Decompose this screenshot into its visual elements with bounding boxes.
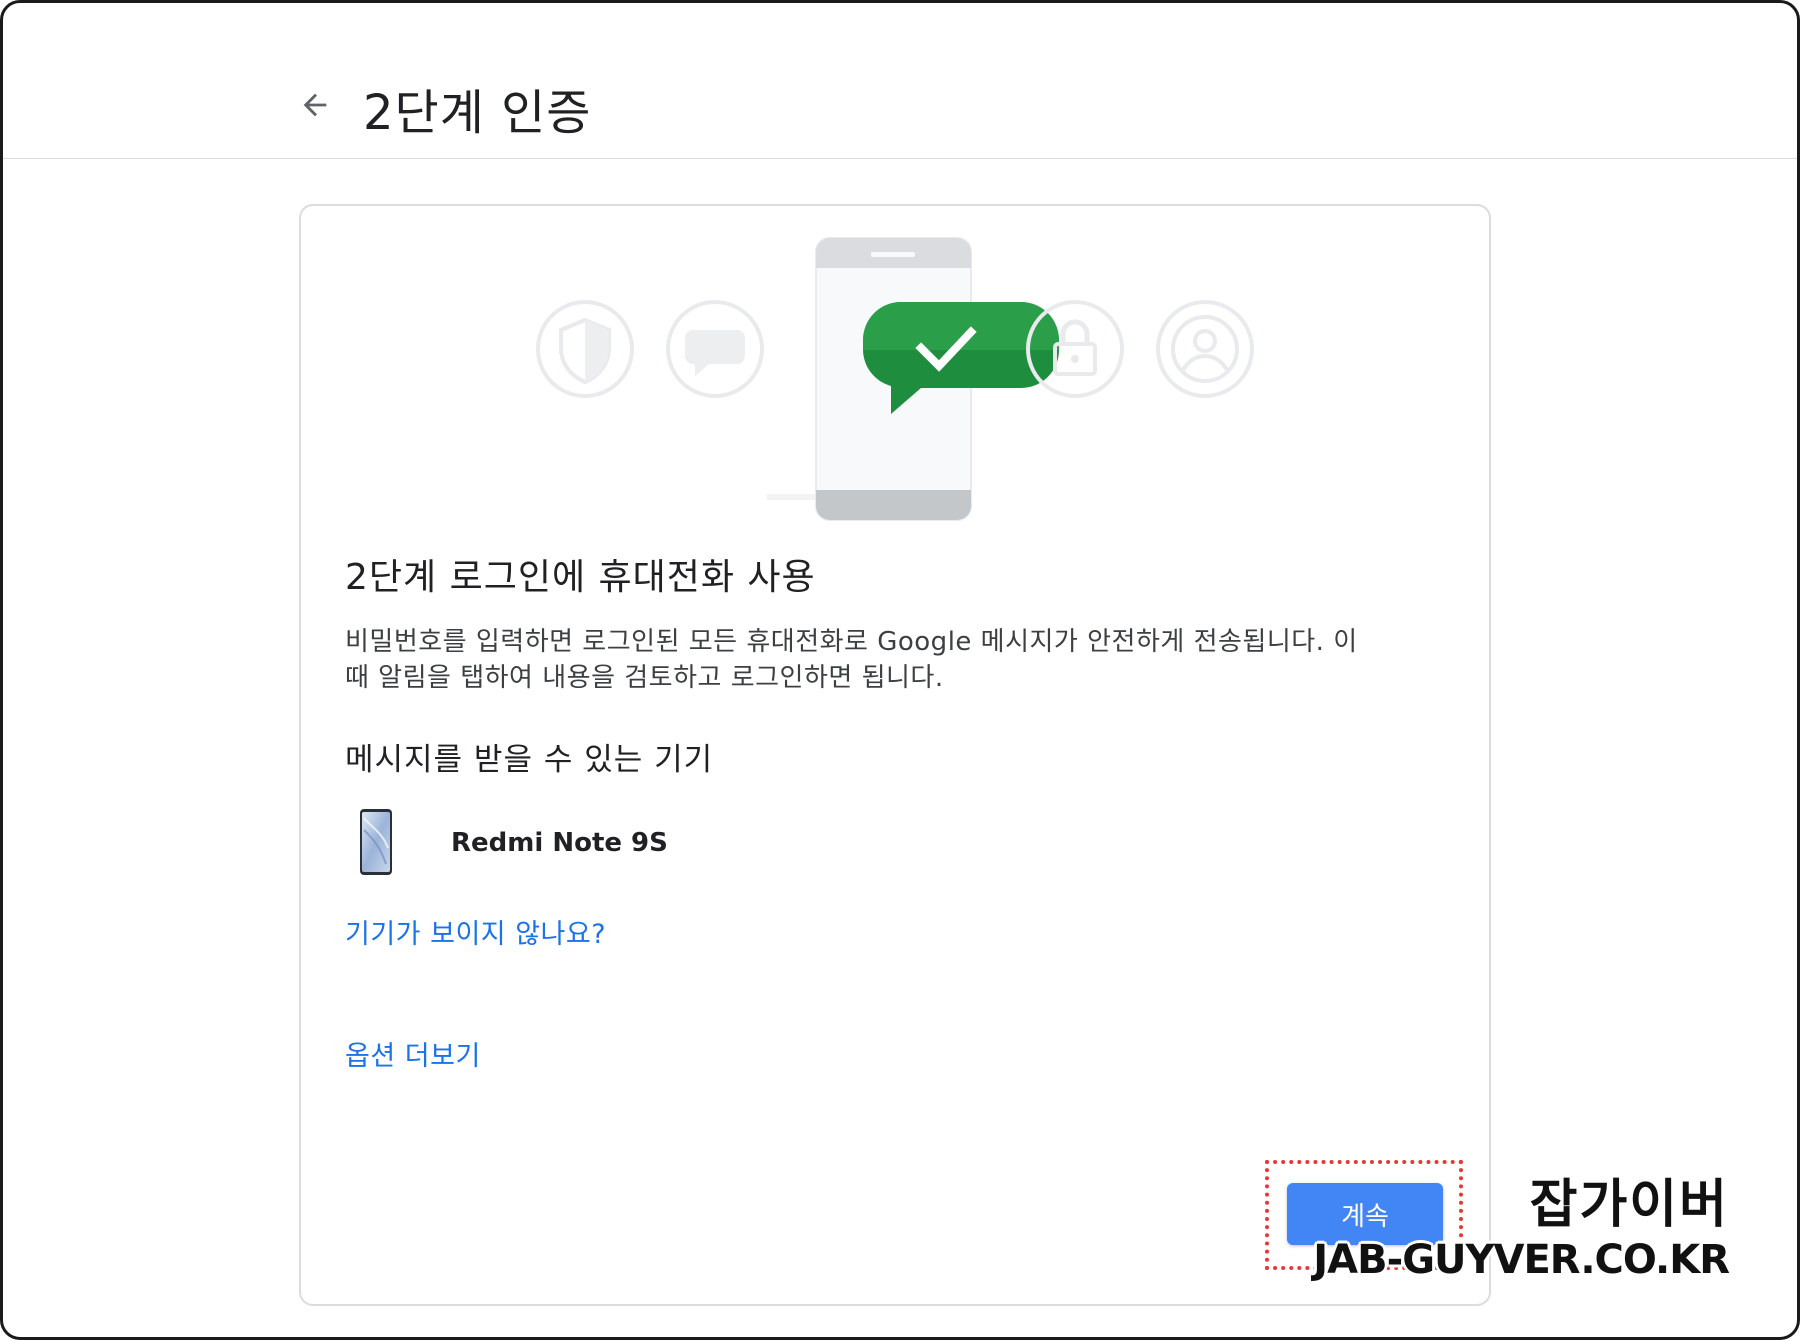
shield-icon bbox=[536, 300, 634, 398]
devices-heading: 메시지를 받을 수 있는 기기 bbox=[345, 742, 714, 778]
watermark-english: JAB-GUYVER.CO.KR bbox=[1313, 1237, 1730, 1283]
watermark-korean: 잡가이버 bbox=[1529, 1175, 1729, 1235]
device-not-shown-link[interactable]: 기기가 보이지 않나요? bbox=[345, 912, 606, 951]
window-frame: 2단계 인증 2단계 로그인에 휴대전화 사용 비밀번호를 입력하면 로그인된 … bbox=[0, 0, 1800, 1340]
arrow-back-icon bbox=[303, 93, 327, 117]
device-item: Redmi Note 9S bbox=[359, 808, 859, 878]
phone-verification-illustration bbox=[536, 237, 1254, 521]
description-line-2: 때 알림을 탭하여 내용을 검토하고 로그인하면 됩니다. bbox=[345, 663, 944, 693]
page-title: 2단계 인증 bbox=[363, 85, 592, 141]
back-button[interactable] bbox=[295, 85, 335, 125]
description-line-1: 비밀번호를 입력하면 로그인된 모든 휴대전화로 Google 메시지가 안전하… bbox=[345, 627, 1358, 657]
card-heading: 2단계 로그인에 휴대전화 사용 bbox=[345, 557, 816, 598]
two-step-card: 2단계 로그인에 휴대전화 사용 비밀번호를 입력하면 로그인된 모든 휴대전화… bbox=[299, 204, 1491, 1306]
top-bar: 2단계 인증 bbox=[3, 3, 1797, 159]
smartphone-icon bbox=[360, 809, 392, 875]
watermark: 잡가이버 JAB-GUYVER.CO.KR bbox=[1313, 1175, 1730, 1285]
account-icon bbox=[1156, 300, 1254, 398]
chat-bubble-icon bbox=[666, 300, 764, 398]
card-description: 비밀번호를 입력하면 로그인된 모든 휴대전화로 Google 메시지가 안전하… bbox=[345, 624, 1445, 696]
more-options-link[interactable]: 옵션 더보기 bbox=[345, 1034, 481, 1073]
device-name: Redmi Note 9S bbox=[451, 828, 668, 858]
